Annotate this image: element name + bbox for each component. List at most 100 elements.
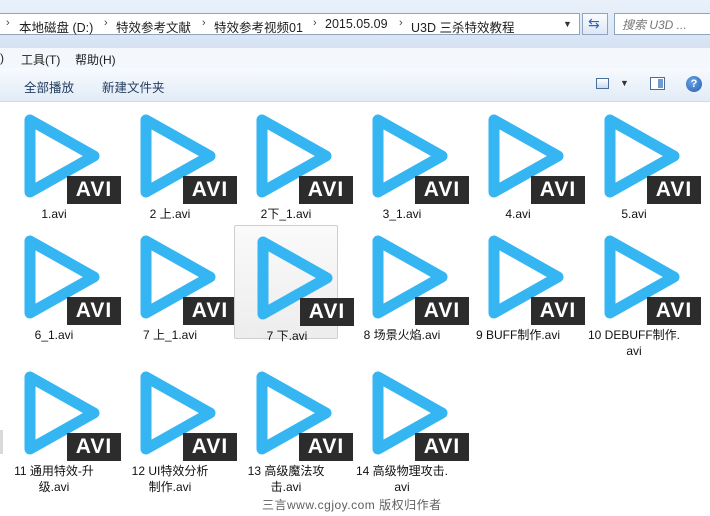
file-name: 7 下.avi (231, 328, 343, 344)
view-dropdown-icon[interactable]: ▼ (620, 78, 629, 88)
file-name-line: 10 DEBUFF制作. (587, 328, 681, 342)
search-box[interactable] (614, 13, 710, 35)
address-dropdown-icon[interactable]: ▼ (563, 19, 572, 29)
file-name-line: 13 高级魔法攻 (247, 464, 325, 478)
file-type-badge: AVI (183, 297, 237, 325)
file-item[interactable]: AVI 5.avi (582, 104, 701, 221)
file-item[interactable]: AVI 4.avi (466, 104, 585, 221)
file-name: 4.avi (462, 206, 574, 222)
file-item[interactable]: AVI 1.avi (2, 104, 121, 221)
breadcrumb-separator[interactable]: › (104, 17, 108, 29)
command-bar: 全部播放 新建文件夹 ▼ ? (0, 68, 710, 102)
file-item[interactable]: AVI 11 通用特效-升 级.avi (2, 361, 121, 494)
file-name-line: 击.avi (270, 480, 302, 494)
file-name: 13 高级魔法攻 击.avi (230, 463, 342, 495)
menu-item-tools[interactable]: 工具(T) (21, 51, 60, 68)
watermark: 三言www.cgjoy.com 版权归作者 (262, 498, 442, 512)
breadcrumb-folder-1[interactable]: 特效参考文献 (116, 17, 191, 36)
file-name: 10 DEBUFF制作. avi (578, 327, 690, 359)
file-name-line: 14 高级物理攻击. (355, 464, 449, 478)
file-item[interactable]: AVI 6_1.avi (2, 225, 121, 342)
file-name-line: 5.avi (621, 207, 647, 221)
file-name-line: 2下_1.avi (260, 207, 312, 221)
breadcrumb-separator[interactable]: › (6, 17, 10, 29)
menu-item-partial[interactable]: ) (0, 51, 4, 65)
refresh-icon: ⇆ (588, 15, 600, 31)
breadcrumb-separator[interactable]: › (202, 17, 206, 29)
menu-item-help[interactable]: 帮助(H) (75, 51, 116, 68)
file-grid: AVI 1.avi AVI 2 上.avi AVI 2下_1.avi AVI 3_1.avi A… (0, 104, 710, 516)
preview-pane-icon[interactable] (650, 77, 665, 90)
file-name: 12 UI特效分析 制作.avi (114, 463, 226, 495)
file-item[interactable]: AVI 13 高级魔法攻 击.avi (234, 361, 353, 494)
file-name-line: 7 上_1.avi (142, 328, 198, 342)
file-name: 9 BUFF制作.avi (462, 327, 574, 343)
file-name-line: 1.avi (41, 207, 67, 221)
file-item[interactable]: AVI 12 UI特效分析 制作.avi (118, 361, 237, 494)
scrollbar-edge[interactable] (0, 430, 3, 454)
file-name-line: 3_1.avi (382, 207, 422, 221)
file-item[interactable]: AVI 2下_1.avi (234, 104, 353, 221)
breadcrumb-separator[interactable]: › (313, 17, 317, 29)
menu-bar: ) 工具(T) 帮助(H) (0, 48, 710, 68)
file-item[interactable]: AVI 2 上.avi (118, 104, 237, 221)
file-name: 2下_1.avi (230, 206, 342, 222)
file-type-badge: AVI (299, 433, 353, 461)
help-icon[interactable]: ? (686, 76, 702, 92)
file-name-line: 7 下.avi (266, 329, 308, 343)
file-name-line: 8 场景火焰.avi (363, 328, 441, 342)
play-all-button[interactable]: 全部播放 (24, 77, 74, 96)
file-type-badge: AVI (415, 176, 469, 204)
file-name: 2 上.avi (114, 206, 226, 222)
file-type-badge: AVI (531, 176, 585, 204)
file-type-badge: AVI (300, 298, 354, 326)
file-name: 6_1.avi (0, 327, 110, 343)
file-name-line: 6_1.avi (34, 328, 74, 342)
breadcrumb-folder-3[interactable]: 2015.05.09 (325, 17, 388, 31)
file-name-line: 12 UI特效分析 (131, 464, 209, 478)
file-name: 8 场景火焰.avi (346, 327, 458, 343)
file-name-line: 9 BUFF制作.avi (475, 328, 560, 342)
file-name: 7 上_1.avi (114, 327, 226, 343)
file-item[interactable]: AVI 3_1.avi (350, 104, 469, 221)
file-type-badge: AVI (531, 297, 585, 325)
file-type-badge: AVI (67, 176, 121, 204)
file-item[interactable]: AVI 14 高级物理攻击. avi (350, 361, 469, 494)
file-type-badge: AVI (415, 297, 469, 325)
file-name: 1.avi (0, 206, 110, 222)
refresh-button[interactable]: ⇆ (582, 13, 608, 35)
file-type-badge: AVI (647, 176, 701, 204)
file-item[interactable]: AVI 8 场景火焰.avi (350, 225, 469, 342)
file-name-line: avi (626, 344, 642, 358)
file-name: 14 高级物理攻击. avi (346, 463, 458, 495)
file-name: 5.avi (578, 206, 690, 222)
search-input[interactable] (620, 15, 710, 35)
breadcrumb-folder-4[interactable]: U3D 三杀特效教程 (411, 17, 514, 36)
file-item[interactable]: AVI 10 DEBUFF制作. avi (582, 225, 701, 358)
file-item[interactable]: AVI 7 下.avi (234, 225, 354, 343)
file-type-badge: AVI (183, 176, 237, 204)
address-row: › 本地磁盘 (D:) › 特效参考文献 › 特效参考视频01 › 2015.0… (0, 0, 710, 49)
breadcrumb-folder-2[interactable]: 特效参考视频01 (214, 17, 303, 36)
file-type-badge: AVI (299, 176, 353, 204)
breadcrumb-separator[interactable]: › (399, 17, 403, 29)
file-name-line: 级.avi (38, 480, 70, 494)
file-type-badge: AVI (183, 433, 237, 461)
file-name-line: avi (394, 480, 410, 494)
file-type-badge: AVI (67, 433, 121, 461)
file-name-line: 11 通用特效-升 (14, 464, 94, 478)
file-type-badge: AVI (67, 297, 121, 325)
file-name: 3_1.avi (346, 206, 458, 222)
file-type-badge: AVI (415, 433, 469, 461)
file-name-line: 2 上.avi (149, 207, 191, 221)
file-name: 11 通用特效-升 级.avi (0, 463, 110, 495)
breadcrumb-drive[interactable]: 本地磁盘 (D:) (19, 17, 93, 36)
file-name-line: 4.avi (505, 207, 531, 221)
file-item[interactable]: AVI 9 BUFF制作.avi (466, 225, 585, 342)
address-bar[interactable]: › 本地磁盘 (D:) › 特效参考文献 › 特效参考视频01 › 2015.0… (0, 13, 580, 35)
file-item[interactable]: AVI 7 上_1.avi (118, 225, 237, 342)
new-folder-button[interactable]: 新建文件夹 (102, 77, 165, 96)
file-name-line: 制作.avi (148, 480, 192, 494)
view-options-icon[interactable] (596, 78, 609, 89)
file-type-badge: AVI (647, 297, 701, 325)
